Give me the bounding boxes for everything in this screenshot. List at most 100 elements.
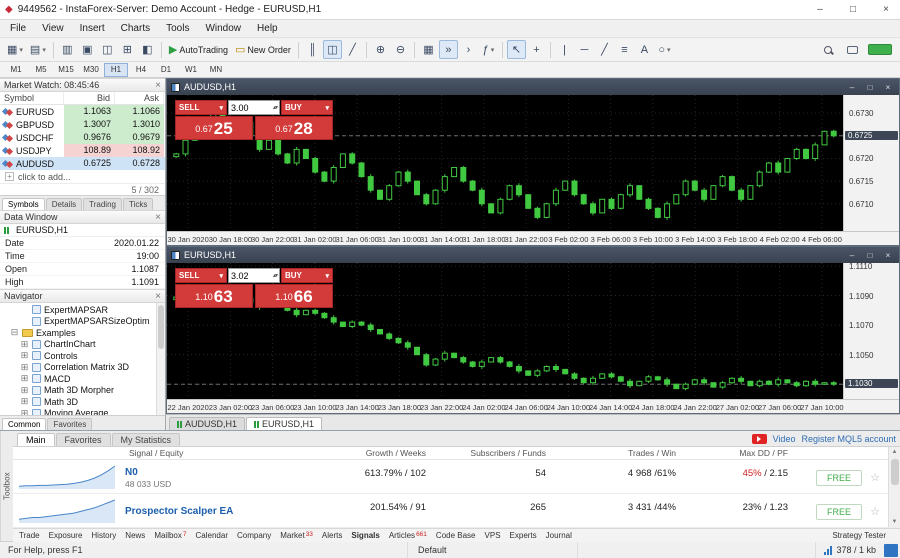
chart-plot[interactable]: SELL▾ 3.02▴▾ BUY▾ 1.1063 1.1066 (167, 263, 843, 399)
expander-icon[interactable]: ⊞ (20, 373, 29, 384)
tab-articles[interactable]: Articles661 (389, 531, 427, 540)
chart-tab-audusd-h1[interactable]: AUDUSD,H1 (169, 417, 245, 430)
tab-trading[interactable]: Trading (83, 198, 122, 210)
market-watch-row-gbpusd[interactable]: GBPUSD1.30071.3010 (0, 118, 165, 131)
tab-alerts[interactable]: Alerts (322, 531, 342, 540)
signal-name-link[interactable]: N0 (125, 467, 290, 478)
timeframe-w1[interactable]: W1 (179, 63, 203, 77)
menu-insert[interactable]: Insert (72, 21, 113, 36)
vertical-line-tool-button[interactable]: | (555, 40, 574, 59)
tab-ticks[interactable]: Ticks (123, 198, 153, 210)
tab-favorites[interactable]: Favorites (47, 418, 92, 430)
chart-close-icon[interactable]: × (881, 251, 895, 260)
profile-name[interactable]: Default (408, 542, 578, 558)
navigator-item-correlation-matrix-3d[interactable]: ⊞Correlation Matrix 3D (0, 362, 165, 374)
zoom-out-button[interactable]: ⊖ (391, 40, 410, 59)
navigator-item-macd[interactable]: ⊞MACD (0, 373, 165, 385)
market-watch-row-eurusd[interactable]: EURUSD1.10631.1066 (0, 105, 165, 118)
strategy-tester-toggle[interactable]: ◧ (138, 40, 157, 59)
toolbox-scrollbar[interactable]: ▲ ▼ (888, 447, 900, 527)
data-window-toggle[interactable]: ▣ (78, 40, 97, 59)
navigator-item-expertmapsarsizeoptim[interactable]: ExpertMAPSARSizeOptim (0, 316, 165, 328)
volume-input[interactable]: 3.00▴▾ (228, 100, 280, 115)
signal-row[interactable]: Prospector Scalper EA201.54% / 912653 43… (13, 494, 900, 528)
crosshair-tool-button[interactable]: + (527, 40, 546, 59)
buy-button[interactable]: BUY▾ (281, 268, 333, 283)
buy-button[interactable]: BUY▾ (281, 100, 333, 115)
scroll-down-icon[interactable]: ▼ (892, 517, 898, 527)
navigator-item-controls[interactable]: ⊞Controls (0, 350, 165, 362)
search-button[interactable] (818, 40, 837, 59)
zoom-in-button[interactable]: ⊕ (371, 40, 390, 59)
timeframe-h4[interactable]: H4 (129, 63, 153, 77)
market-watch-row-usdjpy[interactable]: USDJPY108.89108.92 (0, 144, 165, 157)
navigator-toggle[interactable]: ◫ (98, 40, 117, 59)
menu-tools[interactable]: Tools (158, 21, 197, 36)
auto-scroll-toggle[interactable]: » (439, 40, 458, 59)
expander-icon[interactable]: ⊞ (20, 362, 29, 373)
candlestick-chart-type-button[interactable]: ◫ (323, 40, 342, 59)
tab-vps[interactable]: VPS (485, 531, 501, 540)
tab-company[interactable]: Company (237, 531, 271, 540)
market-watch-close-icon[interactable]: × (155, 80, 161, 91)
chat-button[interactable] (843, 40, 862, 59)
chart-maximize-icon[interactable]: □ (863, 251, 877, 260)
sell-price-button[interactable]: 0.6725 (175, 116, 253, 140)
tab-history[interactable]: History (91, 531, 116, 540)
tab-exposure[interactable]: Exposure (49, 531, 83, 540)
bar-chart-type-button[interactable]: ║ (303, 40, 322, 59)
tab-mailbox[interactable]: Mailbox7 (154, 531, 186, 540)
toolbox-toggle[interactable]: ⊞ (118, 40, 137, 59)
tab-symbols[interactable]: Symbols (2, 198, 45, 210)
navigator-item-math-3d[interactable]: ⊞Math 3D (0, 396, 165, 408)
signal-row[interactable]: N048 033 USD613.79% / 102544 968 /61%45%… (13, 460, 900, 494)
chart-minimize-icon[interactable]: – (845, 251, 859, 260)
chart-shift-toggle[interactable]: › (459, 40, 478, 59)
volume-input[interactable]: 3.02▴▾ (228, 268, 280, 283)
timeframe-m15[interactable]: M15 (54, 63, 78, 77)
navigator-item-moving-average[interactable]: ⊞Moving Average (0, 408, 165, 416)
line-chart-type-button[interactable]: ╱ (343, 40, 362, 59)
trendline-tool-button[interactable]: ╱ (595, 40, 614, 59)
timeframe-m1[interactable]: M1 (4, 63, 28, 77)
tile-windows-button[interactable]: ▦ (419, 40, 438, 59)
tab-code-base[interactable]: Code Base (436, 531, 476, 540)
navigator-item-math-3d-morpher[interactable]: ⊞Math 3D Morpher (0, 385, 165, 397)
navigator-item-chartinchart[interactable]: ⊞ChartInChart (0, 339, 165, 351)
chart-minimize-icon[interactable]: – (845, 83, 859, 92)
timeframe-h1[interactable]: H1 (104, 63, 128, 77)
text-tool-button[interactable]: A (635, 40, 654, 59)
strategy-tester-label[interactable]: Strategy Tester (832, 531, 894, 540)
favorite-star-icon[interactable]: ☆ (862, 494, 888, 529)
new-chart-button[interactable]: ▦▾ (4, 40, 26, 59)
tab-news[interactable]: News (125, 531, 145, 540)
signal-name-link[interactable]: Prospector Scalper EA (125, 506, 290, 517)
shapes-tool-button[interactable]: ○▾ (655, 40, 674, 59)
horizontal-line-tool-button[interactable]: ─ (575, 40, 594, 59)
tab-signals[interactable]: Signals (351, 531, 379, 540)
tab-details[interactable]: Details (46, 198, 82, 210)
navigator-item-expertmapsar[interactable]: ExpertMAPSAR (0, 304, 165, 316)
sell-button[interactable]: SELL▾ (175, 268, 227, 283)
tab-common[interactable]: Common (2, 418, 46, 430)
market-watch-toggle[interactable]: ▥ (58, 40, 77, 59)
menu-window[interactable]: Window (197, 21, 249, 36)
navigator-close-icon[interactable]: × (155, 291, 161, 302)
tab-calendar[interactable]: Calendar (196, 531, 228, 540)
tab-market[interactable]: Market33 (280, 531, 313, 540)
tab-my-statistics[interactable]: My Statistics (112, 433, 181, 446)
expander-icon[interactable]: ⊞ (20, 396, 29, 407)
data-window-close-icon[interactable]: × (155, 212, 161, 223)
chart-titlebar[interactable]: EURUSD,H1 – □ × (167, 247, 899, 263)
fibonacci-tool-button[interactable]: ≡ (615, 40, 634, 59)
buy-price-button[interactable]: 1.1066 (255, 284, 333, 308)
profiles-button[interactable]: ▤▾ (27, 40, 49, 59)
timeframe-m5[interactable]: M5 (29, 63, 53, 77)
maximize-button[interactable]: □ (839, 4, 867, 15)
tab-main[interactable]: Main (17, 433, 55, 446)
video-link[interactable]: Video (773, 434, 796, 444)
tab-experts[interactable]: Experts (510, 531, 537, 540)
scroll-up-icon[interactable]: ▲ (892, 447, 898, 457)
cursor-tool-button[interactable]: ↖ (507, 40, 526, 59)
minimize-button[interactable]: – (806, 4, 834, 15)
